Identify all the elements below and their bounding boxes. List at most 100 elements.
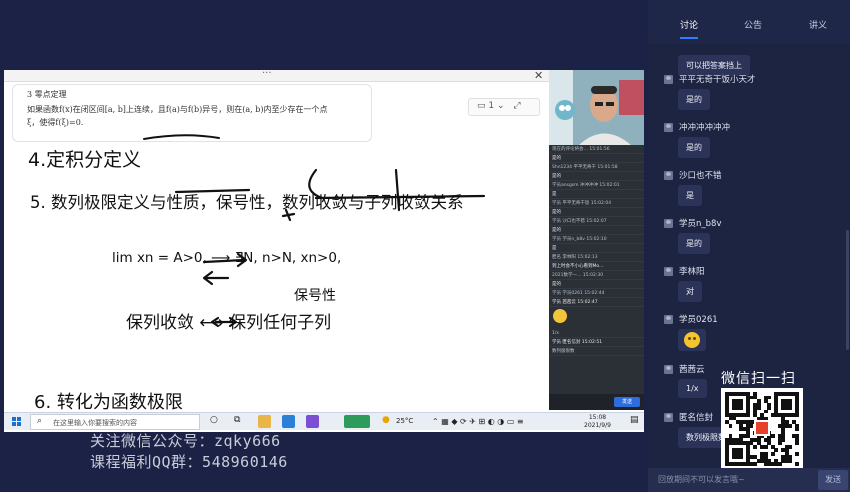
qr-module xyxy=(728,441,733,446)
qr-module xyxy=(791,420,796,424)
qr-module xyxy=(739,402,743,407)
file-explorer-icon[interactable] xyxy=(258,415,271,428)
message-header: 茜茜云 xyxy=(664,362,707,376)
mini-chat-input[interactable]: 发送 xyxy=(549,394,644,410)
qr-module xyxy=(795,423,800,428)
task-view-icon[interactable]: ⧉ xyxy=(234,415,240,425)
qr-module xyxy=(763,395,768,400)
app-icon-3[interactable] xyxy=(344,415,370,428)
mini-chat-line: 1/x xyxy=(549,329,644,338)
qr-logo xyxy=(754,420,770,436)
qr-module xyxy=(732,402,736,407)
tab-announcement[interactable]: 公告 xyxy=(744,18,762,31)
qr-module xyxy=(746,420,750,424)
close-icon[interactable]: ✕ xyxy=(534,70,543,82)
qr-module xyxy=(791,434,796,439)
message-header: 学员0261 xyxy=(664,312,718,326)
mini-chat-line: 是 xyxy=(549,244,644,253)
taskbar-clock[interactable]: 15:08 2021/9/9 xyxy=(584,414,611,430)
message-username: 冲冲冲冲冲冲 xyxy=(679,123,731,133)
qr-module xyxy=(739,437,743,442)
chat-message: 沙口也不错是 xyxy=(664,168,722,206)
app-icon-2[interactable] xyxy=(306,415,319,428)
qr-module xyxy=(774,406,779,410)
app-icon-1[interactable] xyxy=(282,415,295,428)
qr-module xyxy=(753,392,757,396)
qr-module xyxy=(788,402,793,407)
qr-module xyxy=(725,458,729,463)
qr-module xyxy=(777,462,782,467)
send-button[interactable]: 发送 xyxy=(818,470,848,490)
qr-module xyxy=(725,462,729,467)
qr-module xyxy=(725,399,729,403)
scrollbar[interactable] xyxy=(846,230,849,350)
qr-module xyxy=(781,416,786,421)
qr-module xyxy=(753,406,757,410)
qr-module xyxy=(725,392,729,396)
qr-module xyxy=(777,392,782,396)
qr-module xyxy=(777,413,782,417)
qr-module xyxy=(735,451,740,456)
message-username: 学员n_b8v xyxy=(679,219,722,229)
user-avatar-icon xyxy=(664,218,673,228)
qr-module xyxy=(742,427,747,432)
qr-module xyxy=(763,409,768,414)
more-icon[interactable]: ··· xyxy=(262,70,272,79)
qr-module xyxy=(746,444,750,449)
mini-chat-line: 学员 匿名信封 15:02:51 xyxy=(549,338,644,347)
qr-module xyxy=(749,437,754,442)
windows-start-icon[interactable] xyxy=(12,417,22,427)
qr-module xyxy=(767,395,772,400)
user-avatar-icon xyxy=(664,170,673,180)
taskbar-search-input[interactable]: ⌕ 在这里输入你要搜索的内容 xyxy=(30,414,200,430)
qr-module xyxy=(732,399,736,403)
qr-module xyxy=(728,437,733,442)
qr-module xyxy=(774,402,779,407)
qr-module xyxy=(756,406,761,410)
qr-module xyxy=(767,402,772,407)
qr-module xyxy=(735,406,740,410)
qr-module xyxy=(725,437,729,442)
qr-module xyxy=(784,402,789,407)
qr-module xyxy=(749,423,754,428)
qr-module xyxy=(746,402,750,407)
system-tray-icons[interactable]: ⌃ ▦ ◆ ⟳ ✈ ⊞ ◐ ◑ ▭ ≡ xyxy=(432,417,524,426)
chat-input[interactable]: 回放期间不可以发言哦~ xyxy=(658,474,808,485)
qr-module xyxy=(732,448,736,453)
message-bubble: 是 xyxy=(678,185,702,206)
cortana-icon[interactable]: ○ xyxy=(210,415,218,425)
mini-chat-line: 现在的评论将会… 15:01:56 xyxy=(549,145,644,154)
message-username: 匿名信封 xyxy=(679,413,714,423)
qr-module xyxy=(795,434,800,439)
qr-module xyxy=(760,444,765,449)
qr-module xyxy=(739,462,743,467)
mini-chat-line: 是 xyxy=(549,190,644,199)
message-header: 学员n_b8v xyxy=(664,216,721,230)
mini-chat-send-button[interactable]: 发送 xyxy=(614,397,640,407)
hw-converge: 保列收敛 ⟷ 保列任何子列 xyxy=(126,313,331,333)
qr-module xyxy=(770,434,775,439)
qr-module xyxy=(732,462,736,467)
qr-module xyxy=(774,392,779,396)
qr-module xyxy=(735,455,740,460)
qr-module xyxy=(795,402,800,407)
qr-module xyxy=(770,451,775,456)
qr-module xyxy=(746,392,750,396)
notification-icon[interactable]: ▤ xyxy=(630,415,639,425)
temperature[interactable]: 25°C xyxy=(396,417,413,425)
qr-module xyxy=(774,409,779,414)
qr-module xyxy=(739,448,743,453)
chat-message: 学员n_b8v 是的 xyxy=(664,216,721,254)
qr-module xyxy=(749,455,754,460)
qr-module xyxy=(739,423,743,428)
tab-handout[interactable]: 讲义 xyxy=(809,18,827,31)
qr-module xyxy=(725,451,729,456)
mini-chat-line: 是的 xyxy=(549,172,644,181)
qr-module xyxy=(728,413,733,417)
mini-chat-line: 是的 xyxy=(549,208,644,217)
qr-module xyxy=(742,413,747,417)
qr-module xyxy=(784,444,789,449)
qr-module xyxy=(749,420,754,424)
tab-discussion[interactable]: 讨论 xyxy=(680,18,698,31)
qr-module xyxy=(728,416,733,421)
